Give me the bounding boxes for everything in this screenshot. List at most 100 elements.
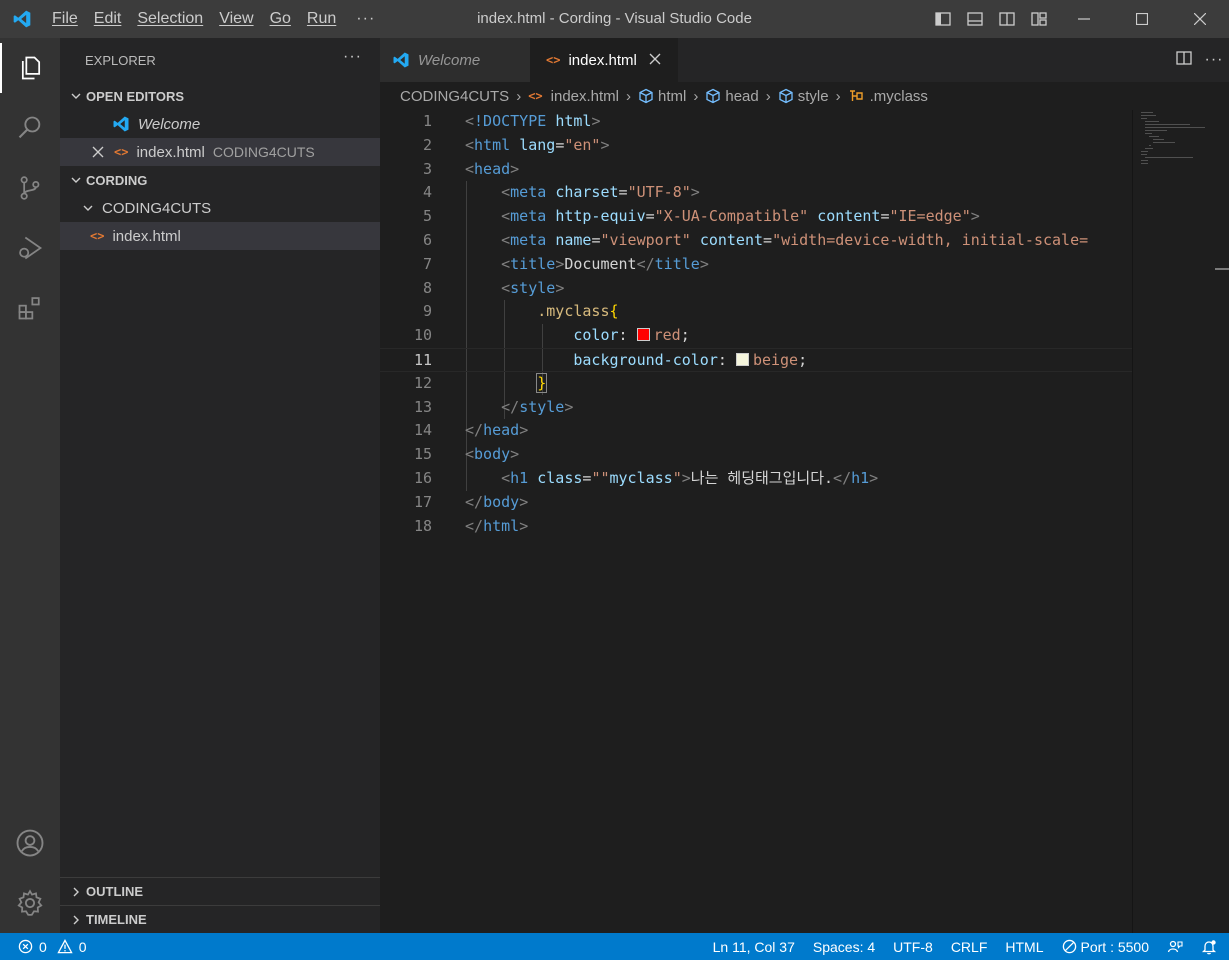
menu-edit[interactable]: Edit xyxy=(86,0,130,38)
color-swatch-beige[interactable] xyxy=(735,352,749,366)
open-editors-label: OPEN EDITORS xyxy=(86,88,185,104)
timeline-section[interactable]: TIMELINE xyxy=(60,905,380,933)
feedback-icon[interactable] xyxy=(1158,939,1192,955)
explorer-icon[interactable] xyxy=(0,43,60,93)
toggle-panel-icon[interactable] xyxy=(959,0,991,38)
chevron-right-icon: › xyxy=(626,87,632,105)
chevron-right-icon: › xyxy=(765,87,771,105)
open-editor-index-html[interactable]: <> index.html CODING4CUTS xyxy=(60,138,380,166)
chevron-right-icon xyxy=(66,886,86,898)
menu-go[interactable]: Go xyxy=(262,0,299,38)
line-number: 4 xyxy=(422,183,432,202)
folder-label: CORDING xyxy=(86,172,148,188)
customize-layout-icon[interactable] xyxy=(1023,0,1055,38)
line-number: 5 xyxy=(422,207,432,226)
breadcrumb-item[interactable]: html xyxy=(658,88,686,105)
chevron-right-icon: › xyxy=(693,87,699,105)
breadcrumb-item[interactable]: index.html xyxy=(551,88,619,105)
breadcrumb: CODING4CUTS › <> index.html › html › hea… xyxy=(380,82,1229,110)
file-label: index.html xyxy=(112,227,181,245)
menu-more-button[interactable]: ··· xyxy=(344,10,387,28)
file-index-html[interactable]: <> index.html xyxy=(60,222,380,250)
indentation[interactable]: Spaces: 4 xyxy=(804,939,884,955)
line-number: 12 xyxy=(413,373,432,392)
search-icon[interactable] xyxy=(0,103,60,153)
html-file-icon: <> xyxy=(90,229,105,243)
line-number: 15 xyxy=(413,445,432,464)
manage-gear-icon[interactable] xyxy=(0,878,60,928)
editor-more-icon[interactable]: ··· xyxy=(1199,51,1229,69)
code-line: 5 <meta http-equiv="X-UA-Compatible" con… xyxy=(380,205,1132,229)
chevron-down-icon xyxy=(82,202,94,214)
breadcrumb-item[interactable]: style xyxy=(798,88,829,105)
toggle-secondary-sidebar-icon[interactable] xyxy=(991,0,1023,38)
menu-selection[interactable]: Selection xyxy=(129,0,211,38)
explorer-more-button[interactable]: ··· xyxy=(343,48,362,66)
folder-section[interactable]: CORDING xyxy=(60,166,380,194)
line-number: 11 xyxy=(413,350,432,369)
tab-index-html[interactable]: <> index.html xyxy=(530,38,678,82)
file-encoding[interactable]: UTF-8 xyxy=(884,939,942,955)
outline-section[interactable]: OUTLINE xyxy=(60,877,380,905)
accounts-icon[interactable] xyxy=(0,818,60,868)
block-icon xyxy=(1062,939,1077,954)
color-swatch-red[interactable] xyxy=(636,328,650,342)
line-number: 10 xyxy=(413,326,432,345)
live-server-port[interactable]: Port : 5500 xyxy=(1053,939,1159,955)
minimap[interactable] xyxy=(1132,110,1229,933)
breadcrumb-item[interactable]: head xyxy=(725,88,758,105)
line-number: 1 xyxy=(422,112,432,130)
code-line: 9 .myclass{ xyxy=(380,300,1132,324)
editor-area: Welcome <> index.html ··· CODING4CUTS › … xyxy=(380,38,1229,933)
close-icon[interactable] xyxy=(92,146,104,158)
problems-indicator[interactable]: 0 0 xyxy=(0,939,87,955)
source-control-icon[interactable] xyxy=(0,163,60,213)
line-number: 2 xyxy=(422,135,432,154)
tab-label: Welcome xyxy=(418,51,481,69)
explorer-title: EXPLORER xyxy=(85,52,156,68)
run-debug-icon[interactable] xyxy=(0,223,60,273)
breadcrumb-item[interactable]: .myclass xyxy=(870,88,928,105)
close-window-icon[interactable] xyxy=(1171,0,1229,38)
menu-run[interactable]: Run xyxy=(299,0,344,38)
end-of-line[interactable]: CRLF xyxy=(942,939,997,955)
close-tab-icon[interactable] xyxy=(649,52,661,68)
code-line: 18 </html> xyxy=(380,515,1132,539)
notifications-bell-icon[interactable] xyxy=(1192,939,1229,955)
maximize-icon[interactable] xyxy=(1113,0,1171,38)
chevron-down-icon xyxy=(66,90,86,102)
open-editors-section[interactable]: OPEN EDITORS xyxy=(60,82,380,110)
activity-bar xyxy=(0,38,60,933)
code-editor[interactable]: 1 <!DOCTYPE html> 2 <html lang="en"> 3 <hea… xyxy=(380,110,1132,538)
minimize-icon[interactable] xyxy=(1055,0,1113,38)
extensions-icon[interactable] xyxy=(0,283,60,333)
css-selector-icon xyxy=(848,88,866,104)
element-cube-icon xyxy=(705,88,721,104)
explorer-sidebar: EXPLORER ··· OPEN EDITORS Welcome <> ind… xyxy=(60,38,380,933)
subfolder-coding4cuts[interactable]: CODING4CUTS xyxy=(60,194,380,222)
toggle-primary-sidebar-icon[interactable] xyxy=(927,0,959,38)
code-line: 16 <h1 class=""myclass">나는 헤딩태그입니다.</h1> xyxy=(380,467,1132,491)
breadcrumb-item[interactable]: CODING4CUTS xyxy=(400,88,509,105)
port-label: Port : 5500 xyxy=(1080,938,1150,955)
language-mode[interactable]: HTML xyxy=(996,939,1052,955)
line-number: 6 xyxy=(422,230,432,249)
status-bar: 0 0 Ln 11, Col 37 Spaces: 4 UTF-8 CRLF H… xyxy=(0,933,1229,960)
tab-welcome[interactable]: Welcome xyxy=(380,38,530,82)
element-cube-icon xyxy=(638,88,654,104)
outline-label: OUTLINE xyxy=(86,884,144,899)
open-editor-welcome[interactable]: Welcome xyxy=(60,110,380,138)
chevron-right-icon: › xyxy=(516,87,522,105)
code-line: 8 <style> xyxy=(380,277,1132,301)
menu-file[interactable]: File xyxy=(44,0,86,38)
line-number: 9 xyxy=(422,302,432,321)
menu-view[interactable]: View xyxy=(211,0,261,38)
vscode-logo-icon xyxy=(0,0,44,38)
tab-label: index.html xyxy=(568,51,637,69)
open-editor-label: Welcome xyxy=(138,115,201,133)
vscode-logo-icon xyxy=(112,115,130,133)
html-file-icon: <> xyxy=(114,145,129,159)
split-editor-icon[interactable] xyxy=(1169,50,1199,71)
code-line: 4 <meta charset="UTF-8"> xyxy=(380,181,1132,205)
cursor-position[interactable]: Ln 11, Col 37 xyxy=(704,939,804,955)
